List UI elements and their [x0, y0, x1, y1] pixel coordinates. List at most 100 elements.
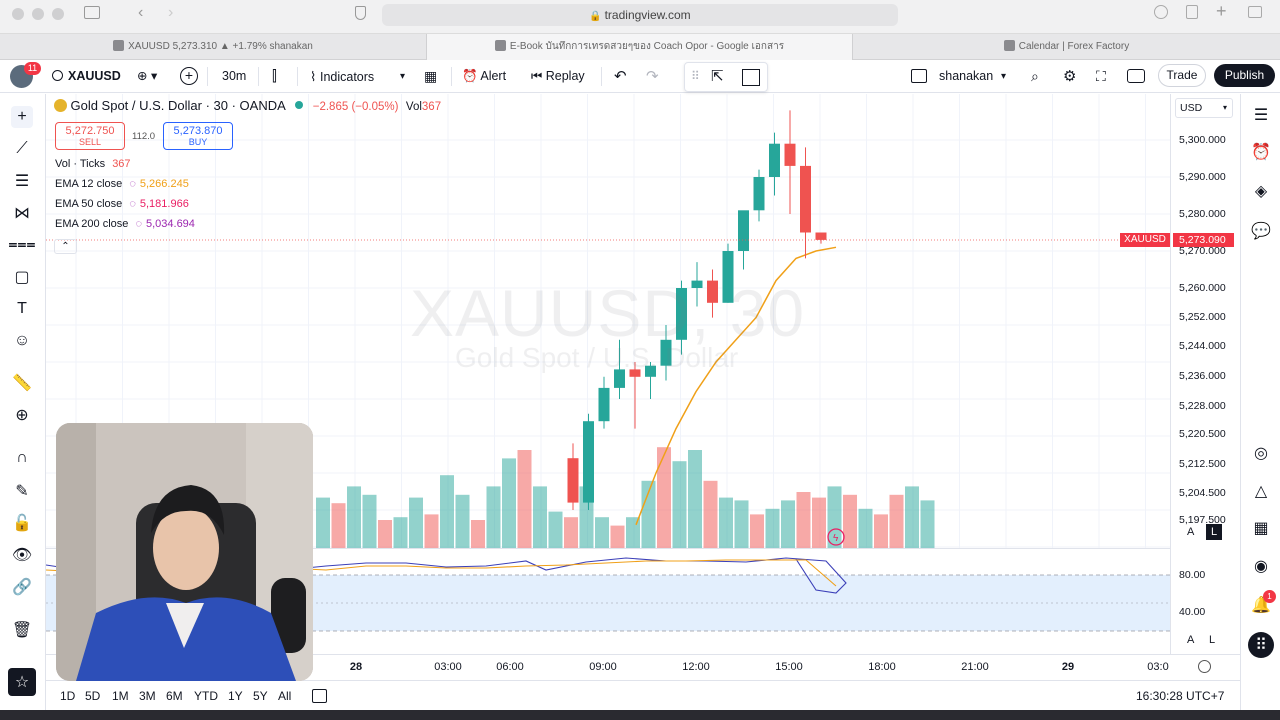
alert-button[interactable]: ⏰ Alert: [462, 60, 506, 93]
layout-dropdown-icon[interactable]: ▾: [1001, 60, 1006, 93]
geometric-shapes-icon[interactable]: ▢: [11, 266, 33, 288]
trade-button[interactable]: Trade: [1158, 64, 1206, 87]
products-grid-icon[interactable]: ⠿: [1248, 632, 1274, 658]
indicators-label: Indicators: [319, 70, 375, 84]
watermark-symbol: XAUUSD, 30: [410, 276, 806, 350]
ruler-icon[interactable]: 📏: [11, 372, 33, 394]
replay-label: Replay: [545, 69, 585, 83]
range-1d[interactable]: 1D: [60, 689, 75, 703]
snapshot-camera-icon[interactable]: [1127, 69, 1145, 83]
range-1y[interactable]: 1Y: [228, 689, 243, 703]
indicator-ema200[interactable]: EMA 200 close ◌ 5,034.694: [55, 218, 195, 230]
go-to-date-icon[interactable]: [312, 689, 327, 703]
forward-icon[interactable]: ›: [168, 4, 173, 22]
hide-drawings-icon[interactable]: 👁: [11, 544, 33, 566]
indicator-ema50[interactable]: EMA 50 close ◌ 5,181.966: [55, 198, 189, 210]
back-icon[interactable]: ‹: [138, 4, 143, 22]
emoji-icon[interactable]: ☺: [11, 330, 33, 352]
sell-button[interactable]: 5,272.750 SELL: [55, 122, 125, 150]
compare-symbol-icon[interactable]: ⊕ ▾: [137, 60, 157, 93]
quick-search-icon[interactable]: ⌕: [1031, 60, 1039, 93]
lock-drawings-icon[interactable]: 🔓: [11, 512, 33, 534]
indicators-button[interactable]: ⌇ Indicators: [310, 60, 374, 93]
range-all[interactable]: All: [278, 689, 291, 703]
object-tree-icon[interactable]: ◈: [1250, 180, 1272, 202]
layout-icon[interactable]: [911, 69, 927, 83]
trend-line-icon[interactable]: ⟋: [11, 138, 33, 160]
buy-button[interactable]: 5,273.870 BUY: [163, 122, 233, 150]
trash-icon[interactable]: 🗑: [11, 619, 33, 641]
volume-histogram: [316, 447, 935, 548]
watchlist-icon[interactable]: ☰: [1250, 104, 1272, 126]
fullscreen-icon[interactable]: ⛶: [1096, 60, 1106, 93]
minimize-window-button[interactable]: [32, 8, 44, 20]
volume-bar: [440, 475, 454, 548]
settings-gear-icon[interactable]: ⚙: [1063, 60, 1076, 93]
pattern-icon[interactable]: ⋈: [11, 202, 33, 224]
volume-bar: [316, 497, 330, 548]
cursor-icon[interactable]: ⇱: [711, 67, 724, 85]
undo-icon[interactable]: ↶: [614, 60, 627, 93]
zoom-window-button[interactable]: [52, 8, 64, 20]
favorites-star-icon[interactable]: ☆: [8, 668, 36, 696]
legend-title[interactable]: Gold Spot / U.S. Dollar · 30 · OANDA: [70, 98, 285, 113]
close-window-button[interactable]: [12, 8, 24, 20]
templates-icon[interactable]: ▦: [424, 60, 437, 93]
fib-retracement-icon[interactable]: ☰: [11, 170, 33, 192]
calendar-icon[interactable]: ▦: [1250, 517, 1272, 539]
prediction-icon[interactable]: ⩶: [8, 234, 35, 256]
chat-icon[interactable]: 💬: [1250, 220, 1272, 242]
time-label: 09:00: [589, 661, 617, 673]
selection-icon[interactable]: [742, 69, 760, 86]
rsi-auto-scale-button[interactable]: A: [1187, 634, 1194, 646]
browser-tab-forex-factory[interactable]: Calendar | Forex Factory: [852, 34, 1280, 60]
range-6m[interactable]: 6M: [166, 689, 183, 703]
sidebar-toggle-icon[interactable]: [84, 6, 100, 19]
replay-button[interactable]: ⏮ Replay: [531, 60, 585, 93]
redo-icon[interactable]: ↷: [646, 60, 659, 93]
alerts-clock-icon[interactable]: ⏰: [1250, 141, 1272, 163]
rsi-log-scale-button[interactable]: L: [1209, 634, 1215, 646]
publish-button[interactable]: Publish: [1214, 64, 1275, 87]
range-ytd[interactable]: YTD: [194, 689, 218, 703]
hotlist-target-icon[interactable]: ◎: [1250, 442, 1272, 464]
collapse-legend-icon[interactable]: ⌃: [54, 239, 77, 254]
log-scale-button[interactable]: L: [1206, 524, 1222, 540]
interval-button[interactable]: 30m: [222, 60, 246, 93]
download-icon[interactable]: [1154, 5, 1168, 19]
clock-timezone[interactable]: 16:30:28 UTC+7: [1136, 689, 1224, 703]
candles-chart-type-icon[interactable]: ⫿: [272, 60, 277, 93]
zoom-in-icon[interactable]: ⊕: [11, 404, 33, 426]
magnet-icon[interactable]: ∩: [11, 447, 33, 469]
keep-drawing-icon[interactable]: ✎: [11, 480, 33, 502]
streams-icon[interactable]: ◉: [1250, 555, 1272, 577]
link-icon[interactable]: 🔗: [11, 576, 33, 598]
crosshair-icon[interactable]: +: [11, 106, 33, 128]
time-settings-icon[interactable]: [1198, 660, 1211, 673]
indicator-volume[interactable]: Vol · Ticks 367: [55, 158, 131, 170]
range-3m[interactable]: 3M: [139, 689, 156, 703]
indicators-dropdown-icon[interactable]: ▾: [400, 60, 405, 93]
browser-tab-google-doc[interactable]: E-Book บันทึกการเทรดสวยๆของ Coach Opor -…: [426, 34, 852, 60]
range-1m[interactable]: 1M: [112, 689, 129, 703]
add-symbol-icon[interactable]: +: [180, 67, 198, 85]
range-5y[interactable]: 5Y: [253, 689, 268, 703]
price-label: 5,228.000: [1179, 400, 1226, 412]
share-icon[interactable]: [1186, 5, 1198, 19]
candle-body: [583, 421, 594, 503]
address-bar[interactable]: 🔒 tradingview.com: [382, 4, 898, 26]
ideas-icon[interactable]: △: [1250, 480, 1272, 502]
auto-scale-button[interactable]: A: [1187, 526, 1194, 538]
tab-overview-icon[interactable]: [1248, 6, 1262, 18]
range-5d[interactable]: 5D: [85, 689, 100, 703]
drag-handle-icon[interactable]: ⠿: [691, 69, 700, 83]
browser-tab-tradingview[interactable]: XAUUSD 5,273.310 ▲ +1.79% shanakan: [0, 34, 426, 60]
privacy-shield-icon[interactable]: [355, 6, 366, 20]
layout-name-button[interactable]: shanakan: [939, 60, 993, 93]
text-tool-icon[interactable]: T: [11, 298, 33, 320]
currency-select[interactable]: USD ▾: [1175, 98, 1233, 118]
new-tab-icon[interactable]: +: [1216, 1, 1227, 22]
indicator-ema12[interactable]: EMA 12 close ◌ 5,266.245: [55, 178, 189, 190]
symbol-search-button[interactable]: XAUUSD: [52, 60, 121, 93]
price-axis[interactable]: USD ▾ 5,300.000 5,290.000 5,280.000 5,270…: [1170, 94, 1240, 654]
